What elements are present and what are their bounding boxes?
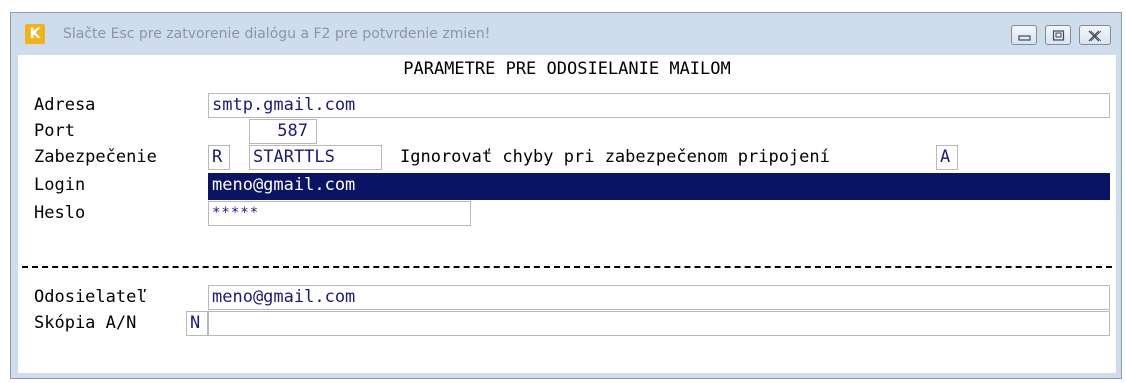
- login-field[interactable]: meno@gmail.com: [208, 173, 1110, 200]
- minimize-icon: [1018, 35, 1031, 41]
- kopia-flag-field[interactable]: N: [186, 311, 208, 336]
- zabezpecenie-type-field[interactable]: STARTTLS: [249, 145, 382, 170]
- dialog-window: K Slačte Esc pre zatvorenie dialógu a F2…: [10, 12, 1122, 379]
- heslo-field[interactable]: *****: [208, 201, 471, 226]
- heslo-label: Heslo: [34, 203, 86, 223]
- ignore-errors-field[interactable]: A: [936, 145, 958, 170]
- maximize-icon: [1052, 30, 1065, 41]
- odosielatel-field[interactable]: meno@gmail.com: [208, 285, 1110, 310]
- maximize-button[interactable]: [1045, 25, 1071, 45]
- section-divider: [22, 266, 1112, 268]
- close-button[interactable]: [1079, 25, 1111, 45]
- port-field[interactable]: 587: [249, 119, 317, 144]
- title-bar[interactable]: K Slačte Esc pre zatvorenie dialógu a F2…: [11, 13, 1121, 55]
- zabezpecenie-code-field[interactable]: R: [208, 145, 230, 170]
- adresa-label: Adresa: [34, 95, 96, 115]
- login-label: Login: [34, 175, 86, 195]
- form-area: PARAMETRE PRE ODOSIELANIE MAILOM Adresa …: [18, 55, 1116, 373]
- ignore-errors-label: Ignorovať chyby pri zabezpečenom pripoje…: [400, 147, 830, 167]
- window-title: Slačte Esc pre zatvorenie dialógu a F2 p…: [63, 26, 491, 42]
- adresa-field[interactable]: smtp.gmail.com: [208, 93, 1110, 118]
- kopia-field[interactable]: [208, 311, 1110, 336]
- minimize-button[interactable]: [1011, 25, 1037, 45]
- close-icon: [1088, 30, 1102, 42]
- odosielatel-label: Odosielateľ: [34, 287, 147, 307]
- zabezpecenie-label: Zabezpečenie: [34, 147, 157, 167]
- kopia-label: Skópia A/N: [34, 313, 137, 333]
- form-heading: PARAMETRE PRE ODOSIELANIE MAILOM: [403, 59, 731, 79]
- app-logo-icon: K: [25, 24, 45, 44]
- port-label: Port: [34, 121, 75, 141]
